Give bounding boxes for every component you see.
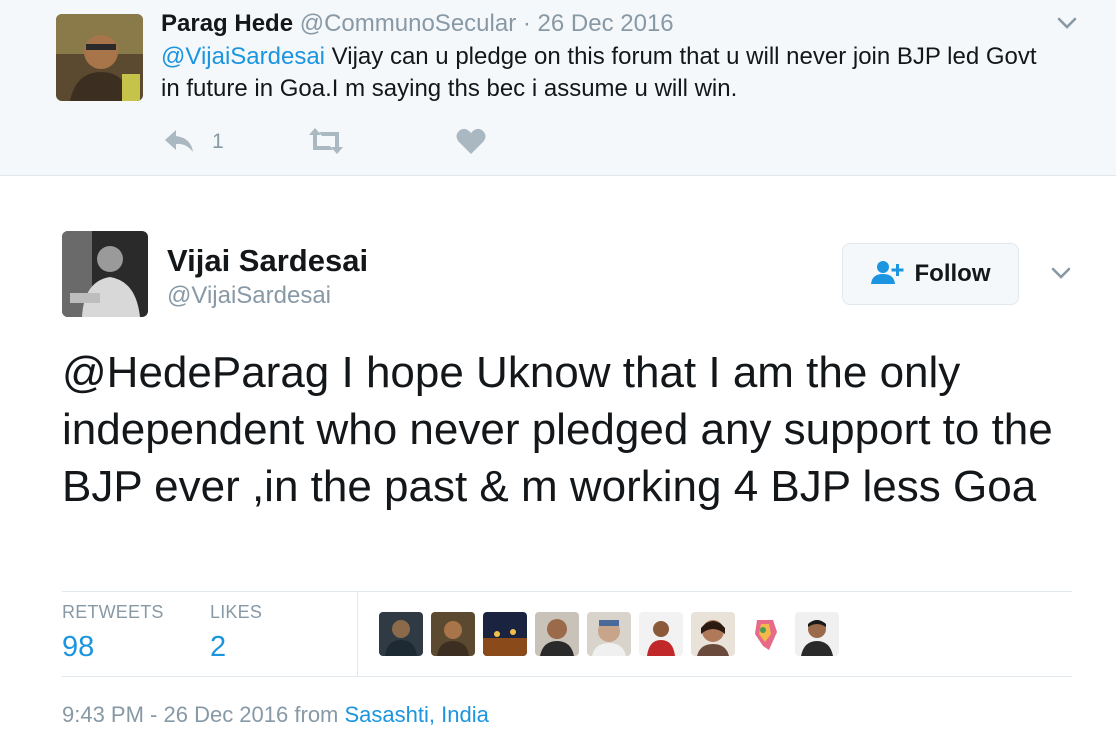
parent-tweet-text: @VijaiSardesai Vijay can u pledge on thi… [161, 41, 1061, 105]
tweet-date[interactable]: 26 Dec 2016 [538, 10, 674, 37]
avatar[interactable] [431, 612, 475, 656]
likes-count[interactable]: 2 [210, 631, 262, 664]
avatar[interactable] [587, 612, 631, 656]
mention-link[interactable]: @VijaiSardesai [161, 43, 325, 70]
author-name[interactable]: Vijai Sardesai [167, 243, 368, 279]
reply-icon[interactable] [162, 124, 196, 163]
tweet-footer: 9:43 PM - 26 Dec 2016 from Sasashti, Ind… [62, 702, 489, 728]
follow-label: Follow [914, 260, 991, 287]
chevron-down-icon[interactable] [1050, 262, 1072, 284]
chevron-down-icon[interactable] [1056, 12, 1078, 34]
from-label: from [294, 702, 339, 727]
author-name[interactable]: Parag Hede [161, 10, 293, 37]
avatar[interactable] [639, 612, 683, 656]
tweet-stats: RETWEETS 98 LIKES 2 [62, 592, 1072, 676]
avatar[interactable] [795, 612, 839, 656]
retweets-label: RETWEETS [62, 602, 164, 622]
tweet-timestamp[interactable]: 9:43 PM - 26 Dec 2016 [62, 702, 288, 727]
avatar[interactable] [62, 231, 148, 317]
follow-button[interactable]: Follow [842, 243, 1019, 305]
divider [62, 676, 1072, 677]
heart-icon[interactable] [454, 124, 488, 163]
author-handle[interactable]: @CommunoSecular [300, 10, 516, 37]
liker-avatars [379, 612, 839, 656]
avatar[interactable] [535, 612, 579, 656]
divider [357, 592, 358, 676]
avatar[interactable] [743, 612, 787, 656]
main-tweet-text: @HedeParag I hope Uknow that I am the on… [62, 348, 1053, 511]
likes-label: LIKES [210, 602, 263, 622]
avatar[interactable] [483, 612, 527, 656]
avatar[interactable] [379, 612, 423, 656]
author-handle[interactable]: @VijaiSardesai [167, 282, 331, 310]
avatar[interactable] [56, 14, 143, 101]
add-user-icon [870, 260, 905, 289]
reply-count: 1 [212, 130, 224, 153]
retweets-stat[interactable]: RETWEETS 98 [62, 602, 164, 664]
likes-stat[interactable]: LIKES 2 [210, 602, 262, 664]
retweets-count[interactable]: 98 [62, 631, 164, 664]
parent-tweet[interactable]: Parag Hede @CommunoSecular · 26 Dec 2016… [0, 0, 1116, 176]
retweet-icon[interactable] [306, 124, 346, 163]
location-link[interactable]: Sasashti, India [345, 702, 489, 727]
avatar[interactable] [691, 612, 735, 656]
separator: · [522, 10, 531, 37]
parent-tweet-header: Parag Hede @CommunoSecular · 26 Dec 2016 [161, 10, 674, 38]
